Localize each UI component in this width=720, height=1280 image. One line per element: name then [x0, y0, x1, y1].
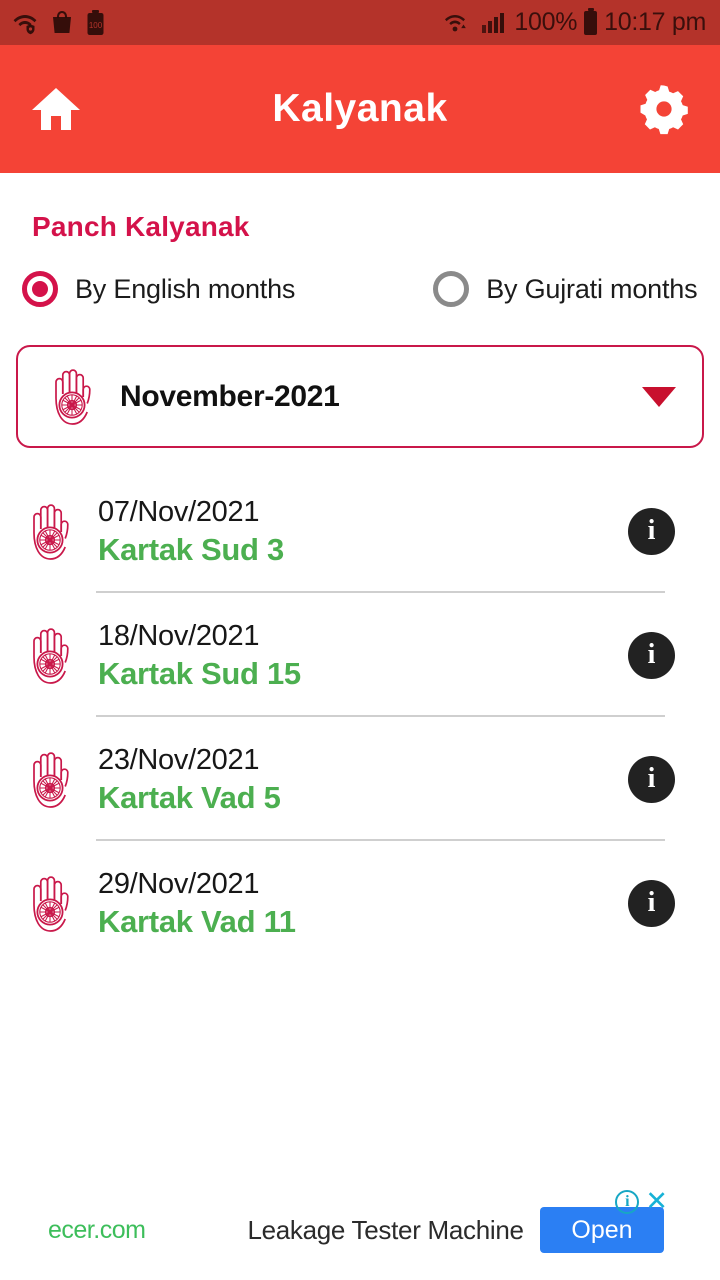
- chevron-down-icon: [642, 386, 676, 407]
- radio-dot-english: [32, 281, 48, 297]
- list-item[interactable]: 29/Nov/2021 Kartak Vad 11 i: [0, 841, 720, 965]
- event-tithi: Kartak Vad 5: [98, 779, 281, 815]
- app-screen: 100 100% 10:17 pm Kalyanak Panch Kalyana…: [0, 0, 720, 1280]
- battery-icon: [584, 7, 598, 35]
- wifi-icon: [445, 15, 467, 32]
- jain-ahimsa-hand-icon: [33, 628, 69, 684]
- main-content: Panch Kalyanak By English months By Gujr…: [0, 173, 720, 1280]
- adchoices-info-icon[interactable]: i: [615, 1189, 640, 1214]
- kalyanak-event-list: 07/Nov/2021 Kartak Sud 3 i 18/Nov/2021 K…: [0, 469, 720, 965]
- section-title: Panch Kalyanak: [32, 211, 250, 242]
- battery-percent-label: 100%: [514, 8, 578, 36]
- home-button[interactable]: [28, 81, 84, 137]
- list-item-text: 23/Nov/2021 Kartak Vad 5: [98, 742, 281, 817]
- list-item[interactable]: 18/Nov/2021 Kartak Sud 15 i: [0, 593, 720, 717]
- battery-saver-100-icon: 100: [87, 9, 104, 35]
- info-button[interactable]: i: [628, 755, 675, 803]
- gear-icon: [640, 85, 688, 135]
- radio-dot-gujrati: [443, 281, 459, 297]
- event-tithi: Kartak Sud 3: [98, 531, 284, 567]
- settings-button[interactable]: [636, 81, 692, 137]
- radio-indicator-english: [22, 271, 58, 307]
- event-date: 18/Nov/2021: [98, 619, 260, 652]
- event-date: 23/Nov/2021: [98, 743, 260, 776]
- list-item[interactable]: 07/Nov/2021 Kartak Sud 3 i: [0, 469, 720, 593]
- event-date: 29/Nov/2021: [98, 867, 260, 900]
- month-dropdown-value: November-2021: [120, 379, 340, 413]
- event-tithi: Kartak Vad 11: [98, 903, 296, 939]
- shopping-bag-icon: [53, 10, 71, 33]
- event-date: 07/Nov/2021: [98, 495, 260, 528]
- radio-option-english-months[interactable]: By English months: [22, 271, 295, 307]
- radio-indicator-gujrati: [433, 271, 470, 307]
- status-bar-left-icons: 100: [12, 9, 105, 36]
- info-button[interactable]: i: [628, 631, 675, 679]
- list-item[interactable]: 23/Nov/2021 Kartak Vad 5 i: [0, 717, 720, 841]
- ad-brand-label: ecer.com: [48, 1215, 146, 1244]
- app-bar: Kalyanak: [0, 45, 720, 173]
- jain-ahimsa-hand-icon: [33, 752, 69, 808]
- jain-ahimsa-hand-icon: [55, 368, 91, 425]
- event-tithi: Kartak Sud 15: [98, 655, 301, 691]
- ad-corner-controls: i ✕: [615, 1188, 668, 1215]
- close-icon[interactable]: ✕: [645, 1188, 668, 1215]
- calendar-mode-radio-group: By English months By Gujrati months: [22, 271, 720, 307]
- svg-text:100: 100: [89, 21, 103, 30]
- page-title: Kalyanak: [272, 87, 448, 130]
- ad-headline-label: Leakage Tester Machine: [247, 1214, 524, 1245]
- radio-option-gujrati-months[interactable]: By Gujrati months: [433, 271, 698, 307]
- info-icon: i: [647, 515, 656, 546]
- list-item-text: 29/Nov/2021 Kartak Vad 11: [98, 866, 296, 941]
- status-bar: 100 100% 10:17 pm: [0, 0, 720, 45]
- wifi-protected-icon: [13, 14, 37, 34]
- home-icon: [32, 88, 80, 130]
- ad-banner[interactable]: ecer.com Leakage Tester Machine Open i ✕: [0, 1180, 720, 1280]
- info-icon: i: [647, 887, 656, 918]
- info-button[interactable]: i: [628, 507, 675, 555]
- list-item-text: 18/Nov/2021 Kartak Sud 15: [98, 618, 301, 693]
- info-icon: i: [647, 639, 656, 670]
- info-icon: i: [647, 763, 656, 794]
- jain-ahimsa-hand-icon: [33, 876, 69, 932]
- list-item-text: 07/Nov/2021 Kartak Sud 3: [98, 494, 284, 569]
- jain-ahimsa-hand-icon: [33, 504, 69, 560]
- info-button[interactable]: i: [628, 879, 675, 927]
- radio-label-english: By English months: [75, 273, 296, 304]
- month-dropdown[interactable]: November-2021: [16, 345, 704, 448]
- clock-label: 10:17 pm: [604, 8, 706, 36]
- cellular-signal-icon: [482, 13, 505, 33]
- status-bar-right-cluster: 100% 10:17 pm: [444, 7, 706, 37]
- radio-label-gujrati: By Gujrati months: [486, 273, 698, 304]
